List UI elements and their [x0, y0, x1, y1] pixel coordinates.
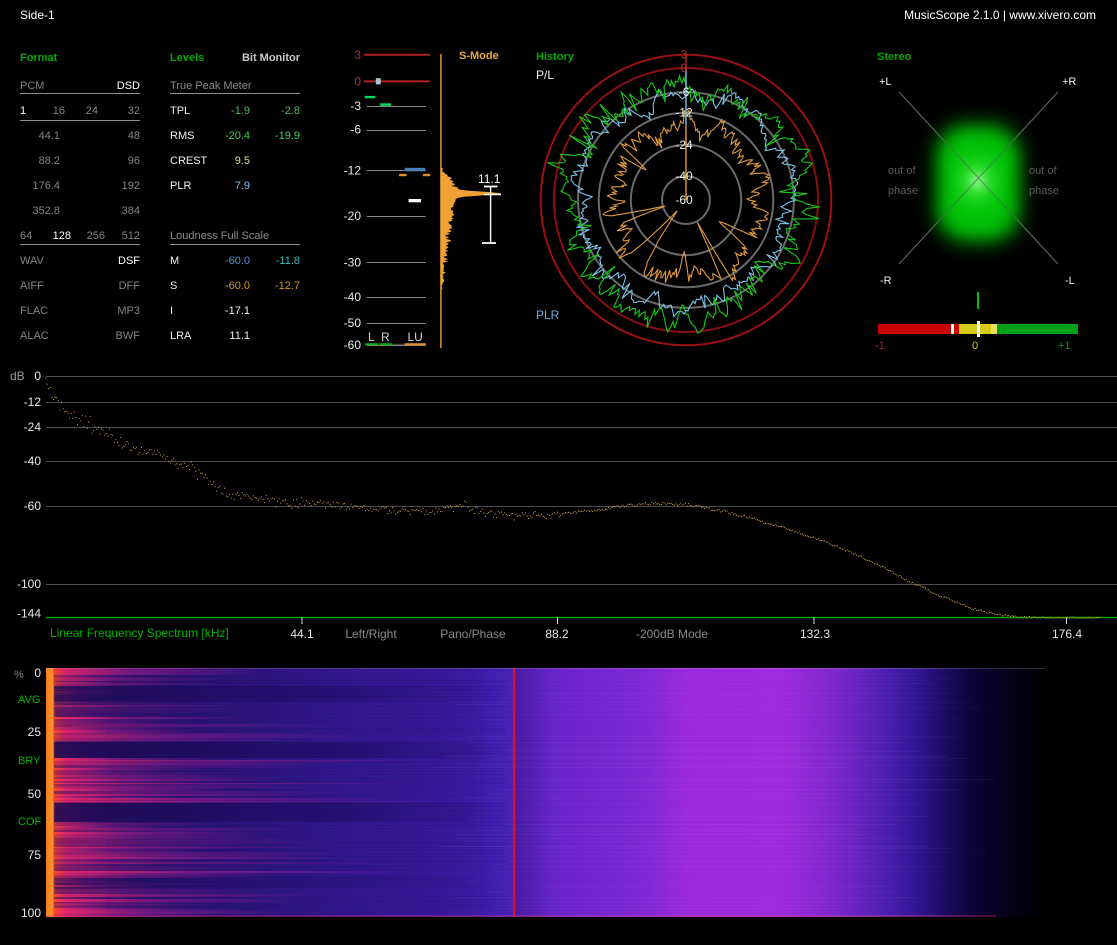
- svg-text:dB: dB: [10, 369, 25, 383]
- svg-text:-60: -60: [24, 499, 42, 513]
- svg-text:-100: -100: [17, 577, 41, 591]
- svg-text:-40: -40: [24, 454, 42, 468]
- svg-text:-144: -144: [17, 607, 41, 621]
- svg-text:-12: -12: [24, 395, 42, 409]
- svg-text:-24: -24: [24, 420, 42, 434]
- svg-text:0: 0: [34, 369, 41, 383]
